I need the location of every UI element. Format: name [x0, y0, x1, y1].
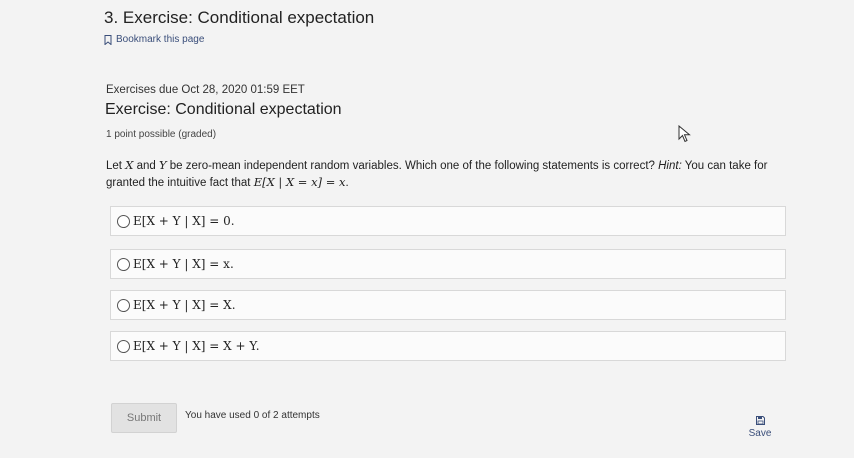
bookmark-label: Bookmark this page — [116, 34, 205, 45]
option-label: E[X + Y | X] = X + Y. — [133, 339, 260, 353]
save-button[interactable]: Save — [742, 416, 778, 439]
answer-option-3[interactable]: E[X + Y | X] = X. — [110, 290, 786, 320]
answer-option-2[interactable]: E[X + Y | X] = x. — [110, 249, 786, 279]
question-part: be zero-mean independent random variable… — [166, 160, 659, 172]
exercise-title: Exercise: Conditional expectation — [105, 101, 342, 118]
points-possible: 1 point possible (graded) — [106, 129, 217, 140]
bookmark-icon — [104, 34, 112, 45]
question-part: . — [345, 177, 349, 189]
radio-button[interactable] — [117, 298, 130, 312]
answer-option-4[interactable]: E[X + Y | X] = X + Y. — [110, 331, 786, 361]
option-label: E[X + Y | X] = X. — [133, 298, 236, 312]
page-title: 3. Exercise: Conditional expectation — [104, 8, 375, 27]
radio-button[interactable] — [117, 257, 130, 271]
question-text: Let X and Y be zero-mean independent ran… — [106, 157, 786, 191]
floppy-disk-icon — [755, 416, 765, 425]
hint-math: E[X | X = x] = x — [253, 175, 346, 189]
submit-button[interactable]: Submit — [111, 403, 177, 433]
radio-button[interactable] — [117, 339, 130, 353]
option-label: E[X + Y | X] = x. — [133, 257, 234, 271]
mouse-pointer-icon — [678, 125, 691, 143]
answer-option-1[interactable]: E[X + Y | X] = 0. — [110, 206, 786, 236]
save-label: Save — [748, 428, 772, 439]
bookmark-link[interactable]: Bookmark this page — [104, 34, 204, 45]
due-date: Exercises due Oct 28, 2020 01:59 EET — [106, 84, 305, 96]
math-var-y: Y — [158, 158, 167, 172]
hint-label: Hint: — [658, 160, 682, 172]
radio-button[interactable] — [117, 214, 130, 228]
question-part: and — [133, 160, 159, 172]
question-part: Let — [106, 160, 126, 172]
option-label: E[X + Y | X] = 0. — [133, 214, 235, 228]
attempts-text: You have used 0 of 2 attempts — [185, 410, 320, 421]
